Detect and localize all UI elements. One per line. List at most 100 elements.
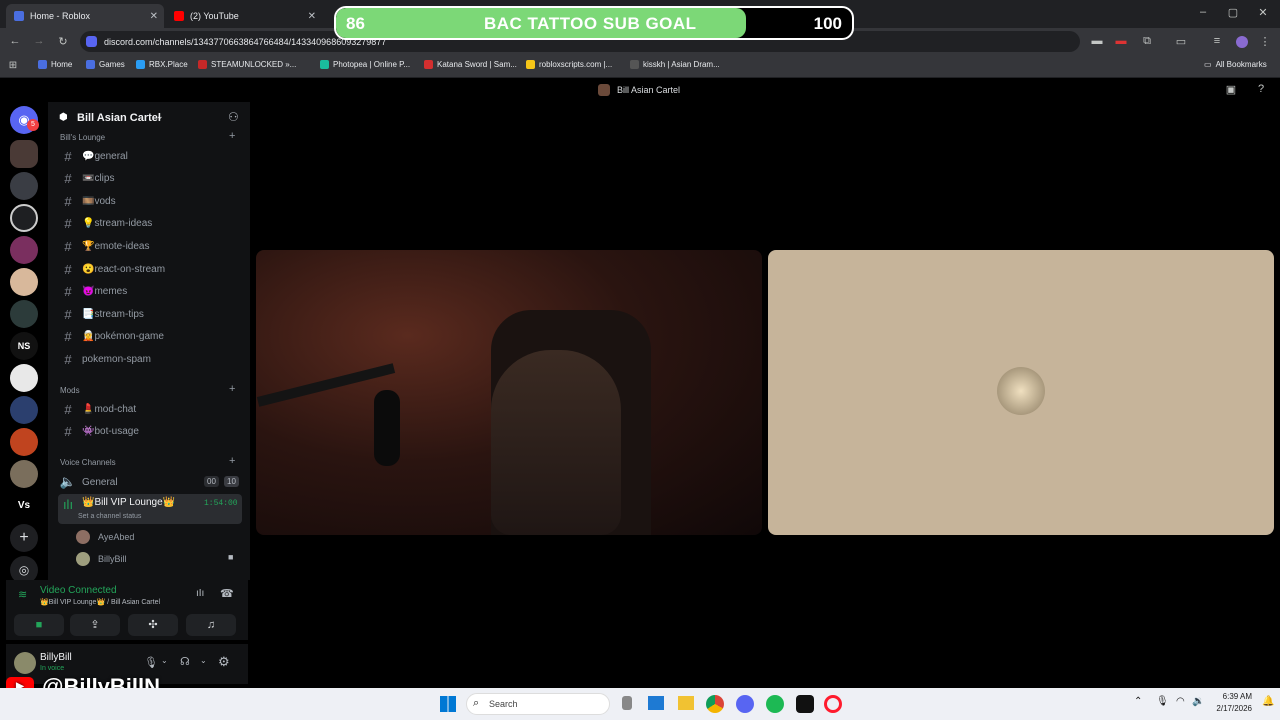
bookmark-katana[interactable]: Katana Sword | Sam... [424, 60, 517, 69]
puzzle-icon[interactable]: ⧉ [1140, 35, 1154, 48]
server-icon-vs[interactable]: Vs [10, 492, 38, 520]
text-channel[interactable]: # 💡stream-ideas [58, 214, 242, 234]
channel-status[interactable]: Set a channel status [78, 513, 141, 520]
clock-date[interactable]: 2/17/2026 [1210, 704, 1252, 713]
server-icon-active[interactable] [10, 140, 38, 168]
back-icon[interactable]: ← [8, 35, 22, 47]
settings-gear-icon[interactable]: ⚙ [218, 654, 230, 670]
server-icon[interactable] [10, 396, 38, 424]
extension-icon[interactable]: ▬ [1114, 35, 1128, 47]
soundboard-button[interactable]: ♫ [186, 614, 236, 636]
apps-icon[interactable]: ⊞ [6, 60, 20, 71]
camera-button[interactable]: ■ [14, 614, 64, 636]
screen-share-button[interactable]: ⇪ [70, 614, 120, 636]
forward-icon[interactable]: → [32, 35, 46, 47]
voice-member[interactable]: BillyBill ■ [76, 550, 242, 568]
tab-youtube[interactable]: (2) YouTube ✕ [166, 4, 322, 28]
server-icon[interactable] [10, 172, 38, 200]
clock-time[interactable]: 6:39 AM [1210, 692, 1252, 701]
connection-location[interactable]: 👑Bill VIP Lounge👑 / Bill Asian Cartel [40, 598, 160, 606]
server-icon[interactable] [10, 460, 38, 488]
close-window-icon[interactable]: ✕ [1256, 6, 1270, 19]
text-channel[interactable]: # 💬general [58, 146, 242, 166]
bookmark-rbxplace[interactable]: RBX.Place [136, 60, 188, 69]
voice-member[interactable]: AyeAbed [76, 528, 242, 546]
chevron-down-icon[interactable]: ⌄ [161, 656, 168, 665]
bookmark-home[interactable]: Home [38, 60, 72, 69]
windows-start-icon[interactable] [440, 696, 456, 712]
menu-icon[interactable]: ⋮ [1258, 35, 1272, 48]
app-icon[interactable] [796, 695, 814, 713]
add-channel-icon[interactable]: + [229, 383, 235, 395]
user-avatar[interactable] [14, 652, 36, 674]
activities-button[interactable]: ✣ [128, 614, 178, 636]
text-channel[interactable]: # pokemon-spam [58, 349, 242, 369]
wifi-icon[interactable]: ◠ [1176, 696, 1185, 707]
server-icon[interactable] [10, 364, 38, 392]
inbox-icon[interactable]: ▣ [1224, 83, 1238, 96]
bookmark-games[interactable]: Games [86, 60, 125, 69]
text-channel[interactable]: # 🧝pokémon-game [58, 327, 242, 347]
voice-channel-general[interactable]: 🔈 General 00 10 [58, 472, 242, 492]
category-voice[interactable]: Voice Channels [60, 458, 116, 467]
chevron-up-icon[interactable]: ⌃ [1134, 696, 1142, 707]
file-explorer-icon[interactable] [678, 696, 694, 710]
add-channel-icon[interactable]: + [229, 130, 235, 142]
text-channel[interactable]: # 📑stream-tips [58, 304, 242, 324]
media-icon[interactable]: ≡ [1210, 35, 1224, 47]
profile-avatar[interactable] [1236, 36, 1248, 48]
disconnect-icon[interactable]: ☎ [220, 587, 234, 600]
signal-icon[interactable]: ≋ [18, 588, 27, 601]
server-icon-ns[interactable]: NS [10, 332, 38, 360]
server-icon[interactable] [10, 428, 38, 456]
reload-icon[interactable]: ↻ [56, 35, 70, 48]
add-channel-icon[interactable]: + [229, 455, 235, 467]
text-channel[interactable]: # 😈memes [58, 282, 242, 302]
help-icon[interactable]: ? [1254, 83, 1268, 95]
store-icon[interactable] [648, 696, 664, 710]
notification-bell-icon[interactable]: 🔔 [1262, 696, 1274, 707]
server-icon[interactable] [10, 268, 38, 296]
all-bookmarks[interactable]: ▭ All Bookmarks [1204, 60, 1267, 69]
voice-channel-vip[interactable]: ılı 👑Bill VIP Lounge👑 1:54:00 Set a chan… [58, 494, 242, 524]
chevron-down-icon[interactable]: ⌄ [200, 656, 207, 665]
add-server-icon[interactable]: + [10, 524, 38, 552]
server-header[interactable]: ⬢ Bill Asian Cartel ⌄ ⚇ [48, 102, 250, 134]
task-view-icon[interactable] [622, 696, 632, 710]
extension-icon[interactable]: ▬ [1090, 35, 1104, 47]
bookmark-kisskh[interactable]: kisskh | Asian Dram... [630, 60, 720, 69]
opera-icon[interactable] [824, 695, 842, 713]
bookmark-steamunlocked[interactable]: STEAMUNLOCKED »... [198, 60, 296, 69]
close-icon[interactable]: ✕ [308, 11, 316, 22]
bookmark-photopea[interactable]: Photopea | Online P... [320, 60, 410, 69]
video-tile-billybill[interactable] [256, 250, 762, 535]
video-tile-ayeabed[interactable] [768, 250, 1274, 535]
minimize-icon[interactable]: – [1196, 6, 1210, 18]
mod-channel[interactable]: # 👾bot-usage [58, 422, 242, 442]
volume-icon[interactable]: 🔉 [1192, 696, 1204, 707]
close-icon[interactable]: ✕ [150, 11, 158, 22]
text-channel[interactable]: # 😮react-on-stream [58, 259, 242, 279]
category-mods[interactable]: Mods [60, 386, 80, 395]
discord-icon[interactable] [736, 695, 754, 713]
bookmark-robloxscripts[interactable]: robloxscripts.com |... [526, 60, 612, 69]
text-channel[interactable]: # 🏆emote-ideas [58, 236, 242, 256]
microphone-icon[interactable]: 🎙 [1156, 696, 1169, 707]
chrome-icon[interactable] [706, 695, 724, 713]
noise-suppression-icon[interactable]: ıIı [196, 588, 204, 599]
category-lounge[interactable]: Bill's Lounge [60, 133, 105, 142]
server-icon[interactable] [10, 300, 38, 328]
server-icon[interactable] [10, 204, 38, 232]
maximize-icon[interactable]: ▢ [1226, 6, 1240, 19]
server-icon[interactable] [10, 236, 38, 264]
microphone-icon[interactable]: 🎙 [144, 656, 158, 669]
mod-channel[interactable]: # 💄mod-chat [58, 399, 242, 419]
tab-roblox[interactable]: Home - Roblox ✕ [6, 4, 164, 28]
spotify-icon[interactable] [766, 695, 784, 713]
cast-icon[interactable]: ▭ [1174, 35, 1188, 48]
text-channel[interactable]: # 📼clips [58, 169, 242, 189]
headphones-icon[interactable]: ☊ [180, 655, 190, 668]
text-channel[interactable]: # 🎞️vods [58, 191, 242, 211]
taskbar-search[interactable]: ⌕ Search [466, 693, 610, 715]
add-member-icon[interactable]: ⚇ [228, 110, 239, 124]
